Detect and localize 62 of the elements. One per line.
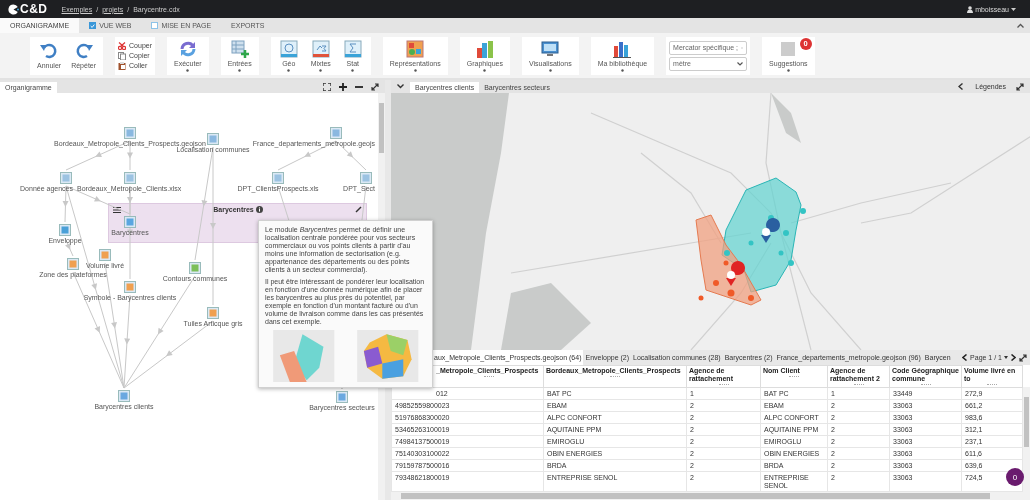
- node-icon[interactable]: [124, 281, 136, 293]
- node-icon[interactable]: [189, 262, 201, 274]
- chevron-up-icon: [1017, 23, 1024, 28]
- notification-badge[interactable]: 0: [1006, 468, 1024, 486]
- dropdown-dot-icon: [351, 68, 355, 72]
- undo-icon: [40, 42, 59, 60]
- pencil-icon: [355, 206, 362, 213]
- chevron-left-icon: [962, 354, 968, 361]
- dropdown-dot-icon: [620, 68, 624, 72]
- node-icon[interactable]: [99, 249, 111, 261]
- node-icon[interactable]: [336, 391, 348, 403]
- node-icon[interactable]: [124, 216, 136, 228]
- bar-chart-icon: [475, 39, 494, 58]
- dropdown-dot-icon: [319, 68, 323, 72]
- node-icon[interactable]: [272, 172, 284, 184]
- checkbox[interactable]: [89, 22, 97, 29]
- redo-icon: [74, 42, 93, 60]
- node-icon[interactable]: [124, 127, 136, 139]
- dropdown-dot-icon: [238, 68, 242, 72]
- logo-text: C&D: [20, 2, 48, 16]
- monitor-icon: [541, 39, 560, 58]
- refresh-icon: [178, 39, 197, 58]
- books-icon: [613, 39, 632, 58]
- caret-icon: [1011, 7, 1016, 11]
- node-icon[interactable]: [60, 172, 72, 184]
- chart-sigma-icon: [311, 39, 330, 58]
- node-icon[interactable]: [330, 127, 342, 139]
- fit-screen-icon[interactable]: [323, 82, 331, 91]
- node-icon[interactable]: [118, 390, 130, 402]
- menu-icon: [113, 206, 121, 213]
- dropdown-dot-icon: [413, 68, 417, 72]
- checkbox[interactable]: [151, 22, 159, 29]
- sigma-icon: [343, 39, 362, 58]
- dropdown-dot-icon: [287, 68, 291, 72]
- scrollbar[interactable]: [1023, 387, 1030, 492]
- dropdown-dot-icon: [548, 68, 552, 72]
- info-icon: [255, 206, 263, 213]
- scrollbar[interactable]: [391, 492, 1030, 500]
- logo-icon: [8, 3, 19, 15]
- expand-icon: [1016, 82, 1024, 91]
- zoom-in-icon[interactable]: [339, 82, 347, 91]
- node-icon[interactable]: [124, 172, 136, 184]
- table-add-icon: [230, 39, 249, 58]
- dropdown-dot-icon: [186, 68, 190, 72]
- node-icon[interactable]: [59, 224, 71, 236]
- chevron-left-icon: [958, 83, 964, 90]
- compass-icon: [279, 39, 298, 58]
- node-icon[interactable]: [207, 307, 219, 319]
- caret-icon: [1004, 356, 1008, 359]
- copy-icon: [118, 51, 127, 60]
- node-icon[interactable]: [207, 133, 219, 145]
- user-icon: [967, 5, 974, 13]
- chevron-right-icon: [1011, 354, 1016, 361]
- node-icon[interactable]: [360, 172, 372, 184]
- clipboard-icon: [118, 61, 127, 70]
- dropdown-dot-icon: [786, 68, 790, 72]
- node-icon[interactable]: [67, 258, 79, 270]
- expand-icon: [1019, 353, 1027, 362]
- map-symbols-icon: [406, 39, 425, 58]
- dropdown-dot-icon: [483, 68, 487, 72]
- scissors-icon: [118, 41, 127, 50]
- expand-icon[interactable]: [371, 82, 379, 91]
